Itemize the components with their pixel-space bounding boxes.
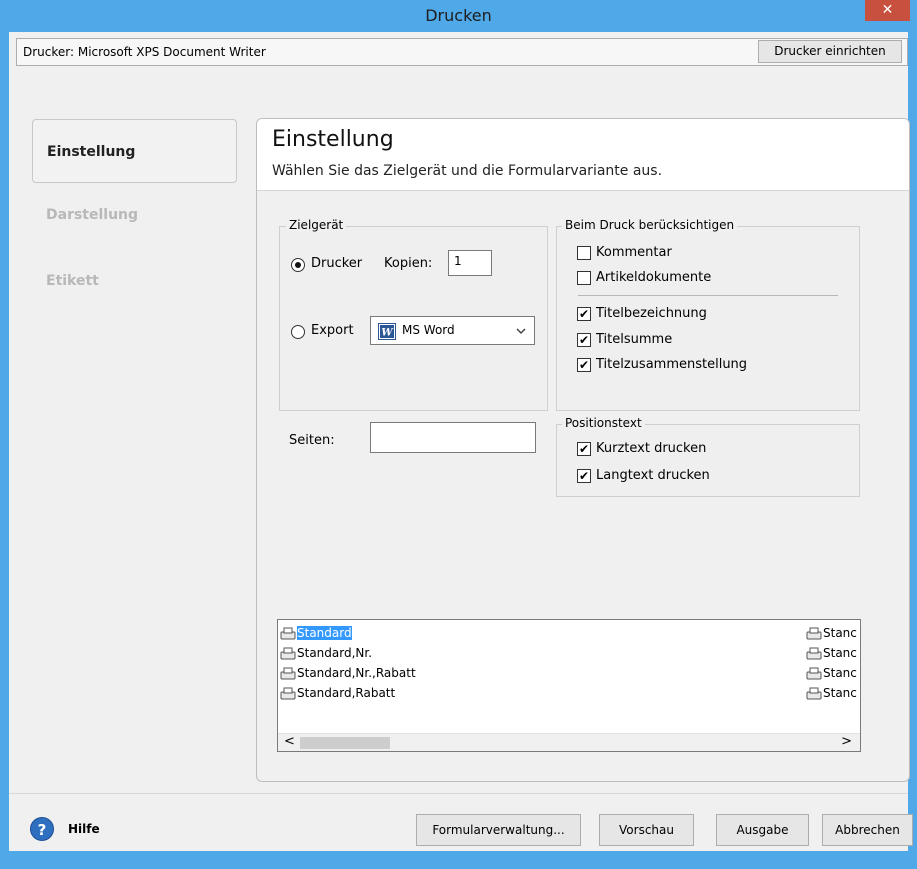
scroll-left-button[interactable]: <	[284, 734, 295, 750]
form-icon	[806, 667, 822, 679]
printer-label: Drucker: Microsoft XPS Document Writer	[23, 45, 266, 59]
list-item[interactable]: Stanc	[806, 644, 858, 662]
preview-button[interactable]: Vorschau	[599, 814, 694, 846]
artikeldokumente-label: Artikeldokumente	[596, 270, 712, 285]
group-divider	[578, 295, 838, 296]
panel-header: Einstellung Wählen Sie das Zielgerät und…	[257, 119, 909, 191]
horizontal-scrollbar[interactable]: < >	[278, 733, 860, 751]
titelbezeichnung-label: Titelbezeichnung	[596, 306, 707, 321]
printer-radio-label: Drucker	[311, 256, 363, 271]
export-radio-label: Export	[311, 323, 354, 338]
form-icon	[806, 687, 822, 699]
form-variant-list[interactable]: Standard Standard,Nr. Standard,Nr.,Rabat…	[277, 619, 861, 752]
list-item-label: Standard,Nr.,Rabatt	[297, 666, 416, 680]
list-item-label: Stanc	[823, 666, 857, 680]
export-radio[interactable]	[291, 325, 305, 339]
seiten-label: Seiten:	[289, 433, 335, 448]
list-item[interactable]: Standard,Nr.,Rabatt	[280, 664, 416, 682]
list-item[interactable]: Standard	[280, 624, 352, 642]
kurztext-label: Kurztext drucken	[596, 441, 707, 456]
scroll-right-button[interactable]: >	[841, 734, 852, 750]
print-dialog-window: Drucken ✕ Drucker: Microsoft XPS Documen…	[0, 0, 917, 869]
langtext-checkbox[interactable]: ✔	[577, 469, 591, 483]
help-icon[interactable]: ?	[30, 817, 54, 841]
list-item-label: Standard	[297, 626, 352, 640]
form-icon	[280, 647, 296, 659]
chevron-down-icon	[516, 328, 526, 335]
copies-input[interactable]: 1	[448, 250, 492, 276]
positionstext-group	[556, 424, 860, 497]
artikeldokumente-checkbox[interactable]	[577, 271, 591, 285]
close-button[interactable]: ✕	[865, 0, 910, 21]
kurztext-checkbox[interactable]: ✔	[577, 442, 591, 456]
form-icon	[806, 647, 822, 659]
list-item-label: Stanc	[823, 686, 857, 700]
list-item-label: Standard,Nr.	[297, 646, 373, 660]
title-bar: Drucken ✕	[0, 0, 917, 32]
form-management-button[interactable]: Formularverwaltung...	[416, 814, 581, 846]
panel-subtitle: Wählen Sie das Zielgerät und die Formula…	[272, 163, 663, 179]
printer-bar: Drucker: Microsoft XPS Document Writer D…	[16, 38, 908, 66]
beim-druck-legend: Beim Druck berücksichtigen	[562, 218, 738, 232]
list-item-label: Stanc	[823, 646, 857, 660]
list-item-label: Stanc	[823, 626, 857, 640]
form-icon	[280, 627, 296, 639]
kommentar-label: Kommentar	[596, 245, 672, 260]
positionstext-legend: Positionstext	[562, 416, 645, 430]
list-item[interactable]: Stanc	[806, 664, 858, 682]
sidebar-item-darstellung[interactable]: Darstellung	[46, 207, 138, 223]
zielgeraet-legend: Zielgerät	[286, 218, 347, 232]
titelsumme-checkbox[interactable]: ✔	[577, 333, 591, 347]
output-button[interactable]: Ausgabe	[716, 814, 809, 846]
titelzusammenstellung-checkbox[interactable]: ✔	[577, 358, 591, 372]
list-item[interactable]: Stanc	[806, 624, 858, 642]
seiten-input[interactable]	[370, 422, 536, 453]
printer-setup-button[interactable]: Drucker einrichten	[758, 40, 902, 63]
form-icon	[280, 687, 296, 699]
list-item-label: Standard,Rabatt	[297, 686, 396, 700]
footer-divider	[9, 793, 908, 794]
list-item[interactable]: Standard,Nr.	[280, 644, 372, 662]
sidebar-item-etikett[interactable]: Etikett	[46, 273, 99, 289]
window-bottom-border	[0, 851, 917, 869]
kommentar-checkbox[interactable]	[577, 246, 591, 260]
panel-title: Einstellung	[272, 127, 394, 152]
sidebar-item-einstellung[interactable]: Einstellung	[32, 119, 237, 183]
titelsumme-label: Titelsumme	[596, 332, 673, 347]
window-title: Drucken	[425, 6, 492, 25]
export-format-value: MS Word	[402, 323, 455, 337]
cancel-button[interactable]: Abbrechen	[822, 814, 913, 846]
copies-label: Kopien:	[384, 256, 433, 271]
printer-radio[interactable]	[291, 258, 305, 272]
titelbezeichnung-checkbox[interactable]: ✔	[577, 307, 591, 321]
form-icon	[806, 627, 822, 639]
word-icon: W	[378, 323, 396, 340]
scroll-thumb[interactable]	[300, 737, 390, 749]
langtext-label: Langtext drucken	[596, 468, 710, 483]
titelzusammenstellung-label: Titelzusammenstellung	[596, 357, 748, 372]
svg-text:W: W	[381, 328, 394, 339]
help-label[interactable]: Hilfe	[68, 822, 100, 836]
form-icon	[280, 667, 296, 679]
list-item[interactable]: Stanc	[806, 684, 858, 702]
export-format-select[interactable]: W MS Word	[370, 316, 535, 345]
list-item[interactable]: Standard,Rabatt	[280, 684, 395, 702]
